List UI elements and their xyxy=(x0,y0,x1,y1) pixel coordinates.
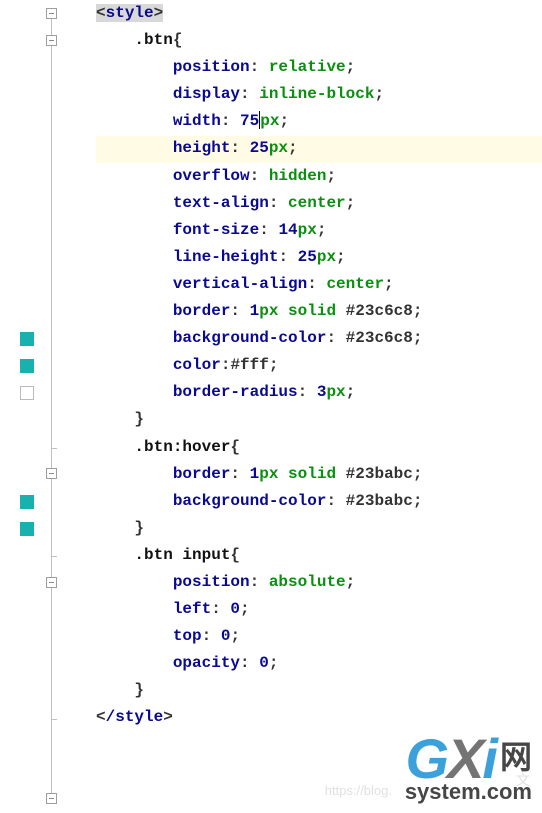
code-line[interactable]: line-height: 25px; xyxy=(96,244,542,271)
code-editor[interactable]: <style> .btn{ position: relative; displa… xyxy=(0,0,542,813)
code-line[interactable]: border-radius: 3px; xyxy=(96,379,542,406)
code-line[interactable]: vertical-align: center; xyxy=(96,271,542,298)
code-line[interactable]: background-color: #23babc; xyxy=(96,488,542,515)
code-line[interactable]: </style> xyxy=(96,704,542,731)
code-line[interactable]: position: relative; xyxy=(96,54,542,81)
code-line[interactable]: border: 1px solid #23babc; xyxy=(96,461,542,488)
change-marker-icon xyxy=(20,332,34,346)
code-line[interactable]: background-color: #23c6c8; xyxy=(96,325,542,352)
code-line[interactable]: text-align: center; xyxy=(96,190,542,217)
code-line[interactable]: border: 1px solid #23c6c8; xyxy=(96,298,542,325)
code-line[interactable]: <style> xyxy=(96,0,542,27)
code-line[interactable]: position: absolute; xyxy=(96,569,542,596)
code-line[interactable]: } xyxy=(96,515,542,542)
code-line[interactable]: overflow: hidden; xyxy=(96,163,542,190)
code-line[interactable]: } xyxy=(96,406,542,433)
code-line[interactable]: .btn input{ xyxy=(96,542,542,569)
code-line[interactable]: display: inline-block; xyxy=(96,81,542,108)
code-line[interactable]: height: 25px; xyxy=(96,135,542,162)
gutter xyxy=(0,0,96,813)
change-marker-icon xyxy=(20,386,34,400)
change-marker-icon xyxy=(20,495,34,509)
code-line[interactable]: left: 0; xyxy=(96,596,542,623)
code-area[interactable]: <style> .btn{ position: relative; displa… xyxy=(96,0,542,813)
change-marker-icon xyxy=(20,522,34,536)
code-line[interactable]: font-size: 14px; xyxy=(96,217,542,244)
code-line[interactable]: .btn:hover{ xyxy=(96,434,542,461)
code-line[interactable]: opacity: 0; xyxy=(96,650,542,677)
code-line[interactable]: top: 0; xyxy=(96,623,542,650)
change-marker-icon xyxy=(20,359,34,373)
code-line[interactable]: .btn{ xyxy=(96,27,542,54)
code-line[interactable]: color:#fff; xyxy=(96,352,542,379)
code-line[interactable]: } xyxy=(96,677,542,704)
code-line[interactable]: width: 75px; xyxy=(96,108,542,135)
